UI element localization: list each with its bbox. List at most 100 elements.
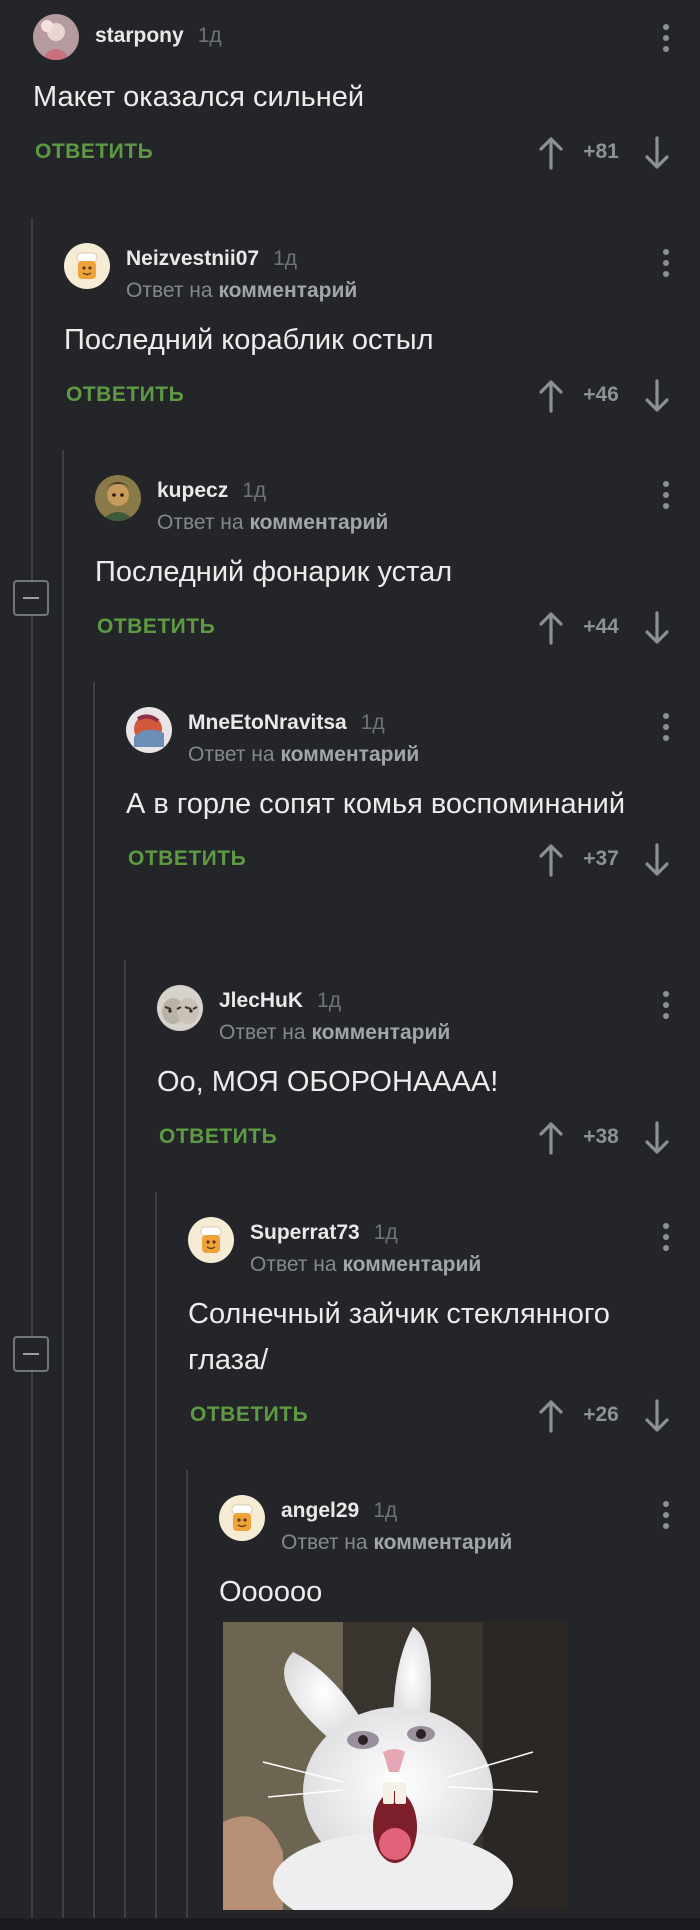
comment-text: А в горле сопят комья воспоминаний bbox=[126, 788, 626, 820]
arrow-down-icon[interactable] bbox=[644, 379, 670, 413]
arrow-down-icon[interactable] bbox=[644, 1121, 670, 1155]
author-name[interactable]: JlecHuK 1д bbox=[219, 989, 341, 1013]
kebab-menu-icon[interactable] bbox=[660, 987, 672, 1023]
comment-time: 1д bbox=[242, 479, 267, 502]
reply-to-link[interactable]: комментарий bbox=[311, 1021, 450, 1044]
comment-header: kupecz 1д Ответ на комментарий bbox=[95, 475, 700, 535]
thread-line bbox=[186, 1470, 188, 1930]
arrow-down-icon[interactable] bbox=[644, 1399, 670, 1433]
bottom-bar bbox=[0, 1918, 700, 1930]
comment-time: 1д bbox=[317, 989, 341, 1012]
reply-to-link[interactable]: комментарий bbox=[373, 1531, 512, 1554]
vote-score: +37 bbox=[583, 847, 619, 870]
comment-header: angel29 1д Ответ на комментарий bbox=[219, 1495, 700, 1555]
kebab-menu-icon[interactable] bbox=[660, 1219, 672, 1255]
reply-to-label: Ответ на комментарий bbox=[188, 743, 420, 766]
reply-button[interactable]: ОТВЕТИТЬ bbox=[66, 383, 184, 407]
avatar[interactable] bbox=[188, 1217, 234, 1263]
comment-text: Макет оказался сильней bbox=[33, 81, 365, 113]
reply-to-label: Ответ на комментарий bbox=[126, 279, 358, 302]
thread-line bbox=[155, 1192, 157, 1930]
reply-button[interactable]: ОТВЕТИТЬ bbox=[190, 1403, 308, 1427]
comment-time: 1д bbox=[197, 24, 222, 47]
comment-actions: ОТВЕТИТЬ +37 bbox=[126, 837, 700, 887]
collapse-thread-button[interactable] bbox=[13, 580, 49, 616]
avatar[interactable] bbox=[219, 1495, 265, 1541]
arrow-down-icon[interactable] bbox=[644, 843, 670, 877]
comment-time: 1д bbox=[360, 711, 385, 734]
reply-to-label: Ответ на комментарий bbox=[157, 511, 389, 534]
arrow-down-icon[interactable] bbox=[644, 611, 670, 645]
arrow-up-icon[interactable] bbox=[538, 1121, 564, 1155]
comment-actions: ОТВЕТИТЬ +38 bbox=[157, 1115, 700, 1165]
avatar[interactable] bbox=[157, 985, 203, 1031]
comment-text: Оооооо bbox=[219, 1576, 323, 1608]
reply-button[interactable]: ОТВЕТИТЬ bbox=[128, 847, 246, 871]
arrow-up-icon[interactable] bbox=[538, 611, 564, 645]
author-name[interactable]: angel29 1д bbox=[281, 1499, 397, 1523]
thread-line bbox=[31, 218, 33, 1930]
comment: Neizvestnii07 1д Ответ на комментарий Пос… bbox=[64, 243, 700, 423]
comment: MneEtoNravitsa 1д Ответ на комментарий А … bbox=[126, 707, 700, 887]
comment-time: 1д bbox=[373, 1221, 398, 1244]
author-name[interactable]: kupecz 1д bbox=[157, 479, 266, 503]
reply-to-link[interactable]: комментарий bbox=[342, 1253, 481, 1276]
vote-score: +44 bbox=[583, 615, 619, 638]
comment-header: JlecHuK 1д Ответ на комментарий bbox=[157, 985, 700, 1045]
author-name[interactable]: Superrat73 1д bbox=[250, 1221, 398, 1245]
comment-time: 1д bbox=[373, 1499, 398, 1522]
comment-actions: ОТВЕТИТЬ +44 bbox=[95, 605, 700, 655]
author-name[interactable]: Neizvestnii07 1д bbox=[126, 247, 297, 271]
comment: kupecz 1д Ответ на комментарий Последний … bbox=[95, 475, 700, 655]
thread-line bbox=[124, 960, 126, 1930]
kebab-menu-icon[interactable] bbox=[660, 709, 672, 745]
reply-to-label: Ответ на комментарий bbox=[250, 1253, 482, 1276]
comment-actions: ОТВЕТИТЬ +81 bbox=[33, 130, 700, 180]
comment-actions: ОТВЕТИТЬ +46 bbox=[64, 373, 700, 423]
reply-to-link[interactable]: комментарий bbox=[249, 511, 388, 534]
comment-time: 1д bbox=[273, 247, 298, 270]
kebab-menu-icon[interactable] bbox=[660, 245, 672, 281]
arrow-up-icon[interactable] bbox=[538, 379, 564, 413]
author-name[interactable]: MneEtoNravitsa 1д bbox=[188, 711, 385, 735]
author-name[interactable]: starpony 1д bbox=[95, 24, 222, 48]
kebab-menu-icon[interactable] bbox=[660, 20, 672, 56]
vote-score: +46 bbox=[583, 383, 619, 406]
reply-button[interactable]: ОТВЕТИТЬ bbox=[97, 615, 215, 639]
comment-header: MneEtoNravitsa 1д Ответ на комментарий bbox=[126, 707, 700, 767]
thread-line bbox=[62, 450, 64, 1930]
reply-button[interactable]: ОТВЕТИТЬ bbox=[159, 1125, 277, 1149]
reply-to-link[interactable]: комментарий bbox=[280, 743, 419, 766]
vote-score: +81 bbox=[583, 140, 619, 163]
arrow-up-icon[interactable] bbox=[538, 136, 564, 170]
comment-actions: ОТВЕТИТЬ +26 bbox=[188, 1393, 700, 1443]
comment-header: Superrat73 1д Ответ на комментарий bbox=[188, 1217, 700, 1277]
reply-button[interactable]: ОТВЕТИТЬ bbox=[35, 140, 153, 164]
comment-image[interactable] bbox=[223, 1622, 568, 1910]
reply-to-link[interactable]: комментарий bbox=[218, 279, 357, 302]
comment: JlecHuK 1д Ответ на комментарий Оо, МОЯ О… bbox=[157, 985, 700, 1165]
collapse-thread-button[interactable] bbox=[13, 1336, 49, 1372]
reply-to-label: Ответ на комментарий bbox=[219, 1021, 451, 1044]
vote-score: +38 bbox=[583, 1125, 619, 1148]
arrow-up-icon[interactable] bbox=[538, 843, 564, 877]
comment: starpony 1д Макет оказался сильней ОТВЕТИ… bbox=[33, 14, 700, 180]
avatar[interactable] bbox=[33, 14, 79, 60]
avatar[interactable] bbox=[95, 475, 141, 521]
kebab-menu-icon[interactable] bbox=[660, 1497, 672, 1533]
comment: Superrat73 1д Ответ на комментарий Солнеч… bbox=[188, 1217, 700, 1443]
kebab-menu-icon[interactable] bbox=[660, 477, 672, 513]
avatar[interactable] bbox=[64, 243, 110, 289]
comment-text: Солнечный зайчик стеклянного глаза/ bbox=[188, 1298, 610, 1376]
comment-text: Последний фонарик устал bbox=[95, 556, 453, 588]
arrow-down-icon[interactable] bbox=[644, 136, 670, 170]
thread-line bbox=[93, 682, 95, 1930]
comment-text: Оо, МОЯ ОБОРОНАААА! bbox=[157, 1066, 499, 1098]
comment-text: Последний кораблик остыл bbox=[64, 324, 434, 356]
avatar[interactable] bbox=[126, 707, 172, 753]
vote-score: +26 bbox=[583, 1403, 619, 1426]
reply-to-label: Ответ на комментарий bbox=[281, 1531, 513, 1554]
comment-header: Neizvestnii07 1д Ответ на комментарий bbox=[64, 243, 700, 303]
arrow-up-icon[interactable] bbox=[538, 1399, 564, 1433]
comment-thread: starpony 1д Макет оказался сильней ОТВЕТИ… bbox=[0, 0, 700, 1930]
